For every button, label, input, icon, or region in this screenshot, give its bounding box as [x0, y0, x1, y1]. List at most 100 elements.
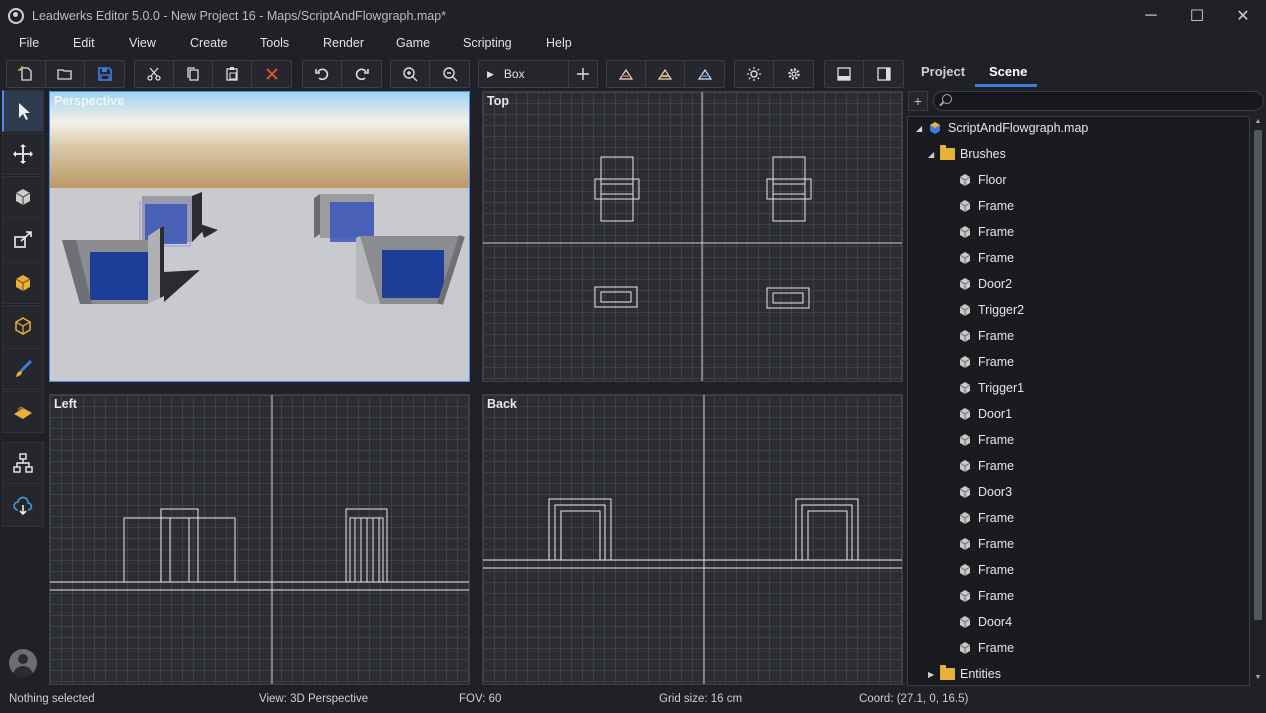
brush-label: Frame: [978, 433, 1015, 447]
publish-tool-button[interactable]: [2, 485, 44, 527]
align-z-button[interactable]: [685, 61, 724, 87]
menu-help[interactable]: Help: [546, 36, 572, 50]
tree-item-brush[interactable]: Frame: [908, 531, 1249, 557]
brush-label: Frame: [978, 199, 1015, 213]
chevron-right-icon: ▶: [487, 68, 494, 79]
tree-item-brush[interactable]: Door1: [908, 401, 1249, 427]
paste-icon: [226, 67, 238, 81]
perspective-viewport[interactable]: Perspective: [49, 91, 470, 382]
menu-bar: File Edit View Create Tools Render Game …: [0, 32, 1266, 56]
folder-label: Brushes: [960, 147, 1006, 161]
toggle-side-panel-button[interactable]: [864, 61, 903, 87]
maximize-icon[interactable]: ☐: [1174, 0, 1220, 32]
copy-button[interactable]: [174, 61, 213, 87]
menu-view[interactable]: View: [129, 36, 156, 50]
scroll-thumb[interactable]: [1254, 130, 1262, 620]
settings-button[interactable]: [774, 61, 813, 87]
tree-folder-brushes[interactable]: ◢ Brushes: [908, 141, 1249, 167]
root-label: ScriptAndFlowgraph.map: [948, 121, 1089, 135]
tab-scene[interactable]: Scene: [989, 64, 1027, 79]
tree-item-brush[interactable]: Frame: [908, 219, 1249, 245]
tree-root[interactable]: ◢ ScriptAndFlowgraph.map: [908, 117, 1249, 141]
menu-scripting[interactable]: Scripting: [463, 36, 512, 50]
tree-item-brush[interactable]: Frame: [908, 245, 1249, 271]
tree-item-brush[interactable]: Frame: [908, 453, 1249, 479]
zoom-out-button[interactable]: [430, 61, 469, 87]
flowgraph-tool-button[interactable]: [2, 442, 44, 484]
align-y-button[interactable]: [646, 61, 685, 87]
user-avatar[interactable]: [9, 649, 37, 677]
brush-label: Door2: [978, 277, 1013, 291]
tab-project[interactable]: Project: [921, 64, 965, 79]
tree-item-brush[interactable]: Frame: [908, 635, 1249, 661]
tree-item-brush[interactable]: Frame: [908, 427, 1249, 453]
terrain-tool-button[interactable]: [2, 391, 44, 433]
open-file-button[interactable]: [46, 61, 85, 87]
back-scene: [483, 395, 902, 684]
front-right-frame: [356, 235, 465, 305]
scene-search-input[interactable]: [933, 91, 1264, 111]
menu-file[interactable]: File: [19, 36, 39, 50]
tree-item-brush[interactable]: Frame: [908, 557, 1249, 583]
top-label: Top: [487, 94, 509, 108]
align-x-button[interactable]: [607, 61, 646, 87]
menu-render[interactable]: Render: [323, 36, 364, 50]
shape-type-select[interactable]: ▶ Box: [479, 61, 569, 87]
tree-item-brush[interactable]: Frame: [908, 193, 1249, 219]
minimize-icon[interactable]: ─: [1128, 0, 1174, 32]
brush-cube-icon: [959, 330, 971, 342]
toggle-bottom-panel-button[interactable]: [825, 61, 864, 87]
tree-item-brush[interactable]: Door4: [908, 609, 1249, 635]
tree-item-brush[interactable]: Frame: [908, 505, 1249, 531]
perspective-scene: [50, 92, 469, 381]
tree-item-brush[interactable]: Door3: [908, 479, 1249, 505]
scissors-icon: [147, 67, 161, 81]
zoom-in-button[interactable]: [391, 61, 430, 87]
move-tool-button[interactable]: [2, 133, 44, 175]
tree-item-brush[interactable]: Trigger2: [908, 297, 1249, 323]
paste-button[interactable]: [213, 61, 252, 87]
rotate-tool-button[interactable]: [2, 176, 44, 218]
brush-solid-tool-button[interactable]: [2, 262, 44, 304]
left-viewport[interactable]: Left: [49, 394, 470, 685]
close-icon[interactable]: ✕: [1220, 0, 1266, 32]
scroll-down-icon[interactable]: ▼: [1254, 674, 1262, 684]
status-view: View: 3D Perspective: [259, 693, 369, 705]
tree-item-brush[interactable]: Floor: [908, 167, 1249, 193]
back-viewport[interactable]: Back: [482, 394, 903, 685]
folder-open-icon: [57, 69, 72, 80]
menu-edit[interactable]: Edit: [73, 36, 95, 50]
add-entity-button[interactable]: +: [908, 91, 928, 111]
save-button[interactable]: [85, 61, 124, 87]
lighting-button[interactable]: [735, 61, 774, 87]
tree-item-brush[interactable]: Frame: [908, 349, 1249, 375]
tree-item-brush[interactable]: Frame: [908, 583, 1249, 609]
tree-folder-entities[interactable]: ▶ Entities: [908, 661, 1249, 685]
zoom-in-icon: [403, 67, 418, 82]
new-file-button[interactable]: [7, 61, 46, 87]
align-tools: [606, 60, 725, 88]
tree-scrollbar[interactable]: ▲ ▼: [1252, 116, 1264, 686]
toolbar: ▶ Box: [0, 58, 905, 88]
add-shape-button[interactable]: [569, 61, 597, 87]
cut-button[interactable]: [135, 61, 174, 87]
top-viewport[interactable]: Top: [482, 91, 903, 382]
scene-tree[interactable]: ◢ ScriptAndFlowgraph.map ◢ Brushes Floor…: [907, 116, 1250, 686]
tree-item-brush[interactable]: Trigger1: [908, 375, 1249, 401]
paint-tool-button[interactable]: [2, 348, 44, 390]
redo-button[interactable]: [342, 61, 381, 87]
undo-button[interactable]: [303, 61, 342, 87]
delete-button[interactable]: [252, 61, 291, 87]
scroll-up-icon[interactable]: ▲: [1254, 118, 1262, 128]
brush-wire-tool-button[interactable]: [2, 305, 44, 347]
menu-tools[interactable]: Tools: [260, 36, 289, 50]
tree-item-brush[interactable]: Frame: [908, 323, 1249, 349]
left-label: Left: [54, 397, 77, 411]
menu-create[interactable]: Create: [190, 36, 228, 50]
scale-tool-button[interactable]: [2, 219, 44, 261]
menu-game[interactable]: Game: [396, 36, 430, 50]
search-icon: [942, 94, 952, 104]
brush-cube-icon: [959, 408, 971, 420]
select-tool-button[interactable]: [2, 90, 44, 132]
tree-item-brush[interactable]: Door2: [908, 271, 1249, 297]
